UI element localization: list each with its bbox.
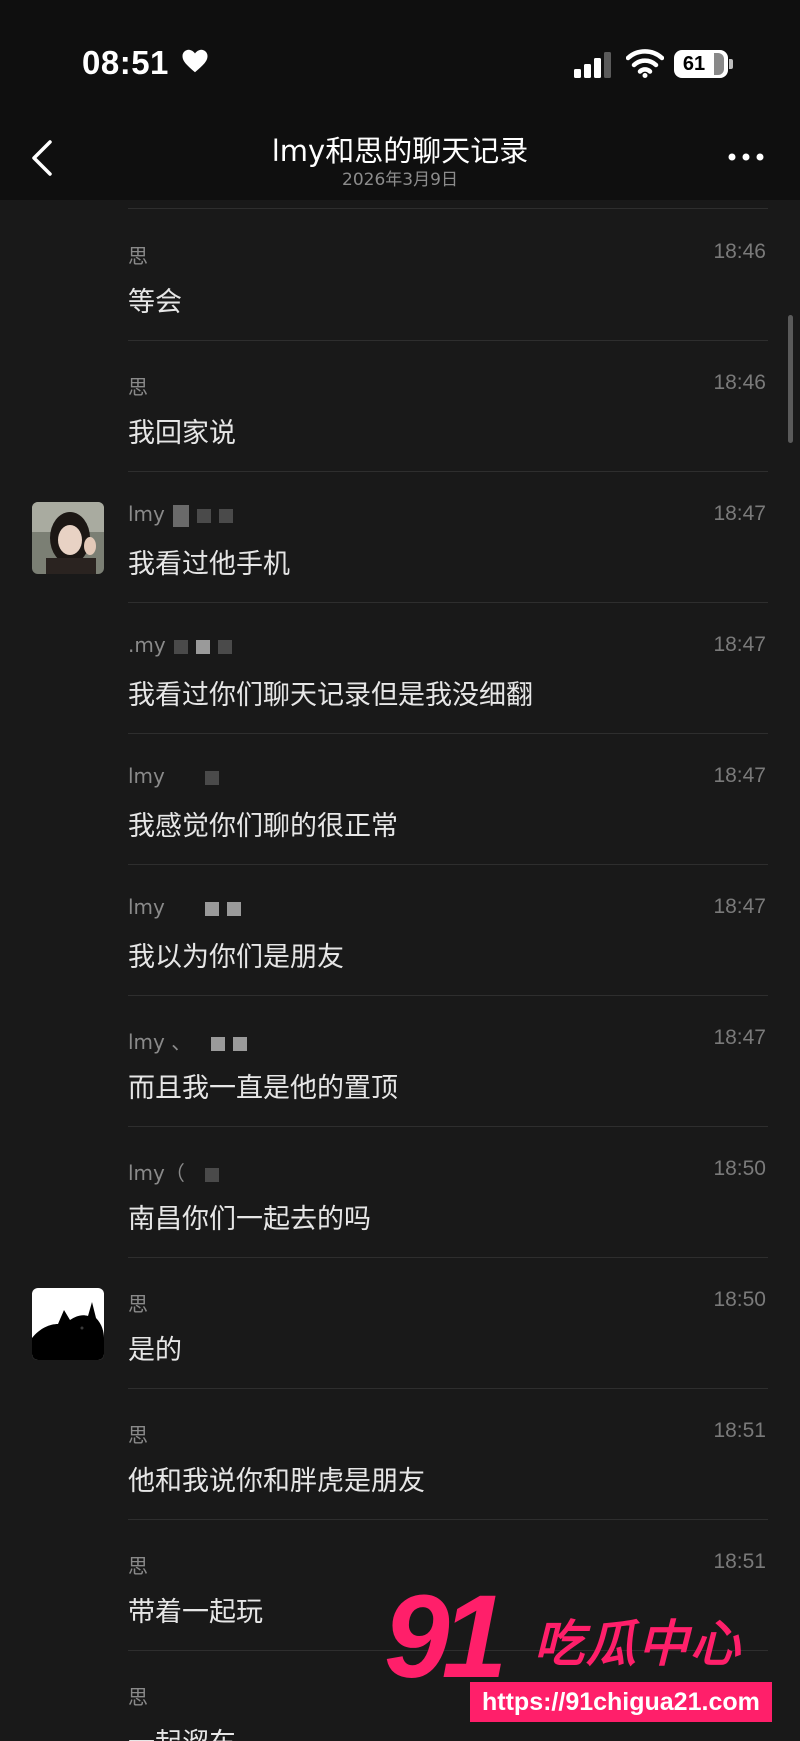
message-text: 我感觉你们聊的很正常 — [128, 811, 398, 842]
message-item[interactable]: 思 18:46 等会 — [0, 210, 800, 341]
message-time: 18:46 — [713, 371, 766, 394]
message-text: 我看过你们聊天记录但是我没细翻 — [128, 680, 533, 711]
message-text: 他和我说你和胖虎是朋友 — [128, 1466, 425, 1497]
message-item[interactable]: lmy 18:47 我以为你们是朋友 — [0, 865, 800, 996]
redacted-name-mark — [172, 504, 189, 527]
message-sender: lmy（ — [128, 1157, 219, 1186]
redacted-name-mark — [217, 639, 232, 654]
message-text: 带着一起玩 — [128, 1597, 263, 1628]
redacted-name-mark — [195, 639, 210, 654]
message-text: 南昌你们一起去的吗 — [128, 1204, 371, 1235]
message-time: 18:47 — [713, 764, 766, 787]
message-item[interactable]: lmy（ 18:50 南昌你们一起去的吗 — [0, 1127, 800, 1258]
message-time: 18:51 — [713, 1419, 766, 1442]
message-sender: lmy — [128, 502, 233, 527]
redacted-name-mark — [173, 639, 188, 654]
message-item[interactable]: .my 18:47 我看过你们聊天记录但是我没细翻 — [0, 603, 800, 734]
message-sender: 思 — [128, 244, 148, 268]
avatar[interactable] — [32, 502, 104, 574]
message-sender: 思 — [128, 1554, 148, 1578]
message-text: 等会 — [128, 287, 182, 318]
redacted-name-mark — [218, 508, 233, 523]
redacted-name-mark — [204, 1167, 219, 1182]
avatar[interactable] — [32, 1288, 104, 1360]
message-text: 我以为你们是朋友 — [128, 942, 344, 973]
message-sender: lmy 、 — [128, 1026, 248, 1055]
redacted-name-mark — [226, 901, 241, 916]
page-subtitle-date: 2026年3月9日 — [342, 170, 458, 190]
heart-icon — [182, 49, 208, 73]
battery-nub — [729, 59, 733, 69]
message-item[interactable]: lmy 18:47 我感觉你们聊的很正常 — [0, 734, 800, 865]
page-title: lmy和思的聊天记录 — [271, 134, 529, 168]
message-text: 我看过他手机 — [128, 549, 290, 580]
message-time: 18:46 — [713, 240, 766, 263]
message-time: 18:51 — [713, 1681, 766, 1704]
cat-avatar-icon — [32, 1288, 104, 1360]
message-time: 18:47 — [713, 1026, 766, 1049]
message-item[interactable]: 思 18:51 一起溜车 — [0, 1651, 800, 1741]
nav-bar: lmy和思的聊天记录 2026年3月9日 — [0, 120, 800, 200]
message-sender: 思 — [128, 1423, 148, 1447]
back-chevron-icon[interactable] — [30, 138, 54, 178]
wifi-icon — [626, 49, 664, 78]
message-sender: .my — [128, 633, 232, 657]
message-time: 18:50 — [713, 1157, 766, 1180]
message-sender: 思 — [128, 1685, 148, 1709]
message-time: 18:50 — [713, 1288, 766, 1311]
status-bar: 08:51 61 — [0, 0, 800, 120]
chat-history-list[interactable]: 思 18:46 等会 思 18:46 我回家说 lmy 18:47 我看过他手机… — [0, 200, 800, 1741]
signal-icon — [574, 52, 611, 78]
status-time: 08:51 — [82, 44, 169, 81]
message-item[interactable]: 思 18:51 他和我说你和胖虎是朋友 — [0, 1389, 800, 1520]
message-sender: 思 — [128, 1292, 148, 1316]
more-dots-icon[interactable] — [728, 150, 764, 164]
message-time: 18:51 — [713, 1550, 766, 1573]
message-item[interactable]: 思 18:46 我回家说 — [0, 341, 800, 472]
battery-percent: 61 — [682, 53, 706, 75]
message-item[interactable]: 思 18:50 是的 — [0, 1258, 800, 1389]
message-time: 18:47 — [713, 502, 766, 525]
message-sender: lmy — [128, 895, 241, 919]
message-time: 18:47 — [713, 895, 766, 918]
message-time: 18:47 — [713, 633, 766, 656]
redacted-name-mark — [196, 508, 211, 523]
divider — [128, 208, 768, 209]
message-sender: lmy — [128, 764, 219, 788]
message-text: 而且我一直是他的置顶 — [128, 1073, 398, 1104]
message-text: 是的 — [128, 1335, 182, 1366]
scrollbar[interactable] — [788, 315, 793, 443]
message-item[interactable]: lmy 、 18:47 而且我一直是他的置顶 — [0, 996, 800, 1127]
selfie-avatar-icon — [32, 502, 104, 574]
message-item[interactable]: 思 18:51 带着一起玩 — [0, 1520, 800, 1651]
redacted-name-mark — [204, 901, 219, 916]
redacted-name-mark — [233, 1036, 248, 1051]
battery-empty-part — [714, 53, 724, 75]
redacted-name-mark — [211, 1036, 226, 1051]
message-text: 一起溜车 — [128, 1721, 236, 1741]
battery-icon: 61 — [674, 50, 728, 78]
message-text: 我回家说 — [128, 418, 236, 449]
message-item[interactable]: lmy 18:47 我看过他手机 — [0, 472, 800, 603]
redacted-name-mark — [204, 770, 219, 785]
message-sender: 思 — [128, 375, 148, 399]
